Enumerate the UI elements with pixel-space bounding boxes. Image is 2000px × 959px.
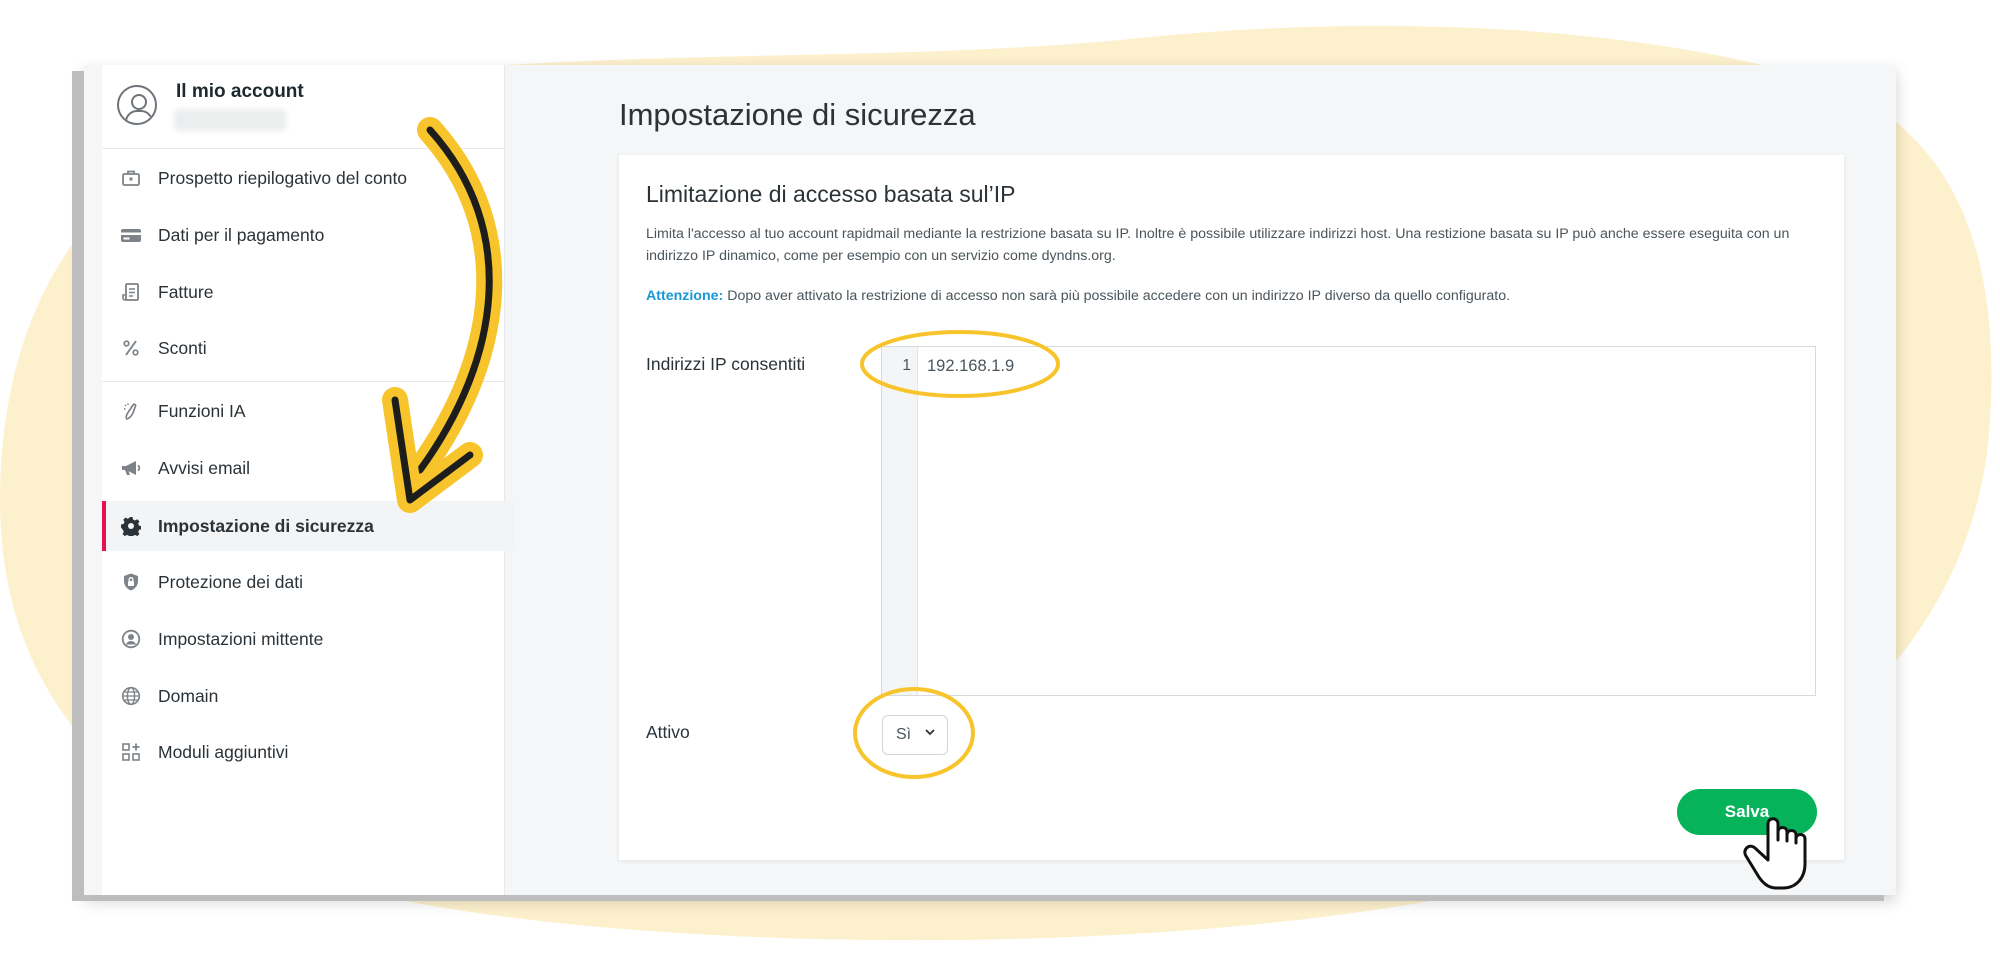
sidebar-item-addon-modules[interactable]: Moduli aggiuntivi [102, 727, 514, 777]
sidebar-item-label: Dati per il pagamento [158, 224, 325, 245]
ai-magic-icon [120, 400, 142, 422]
active-field-label: Attivo [646, 722, 690, 742]
sidebar-item-email-notices[interactable]: Avvisi email [102, 443, 514, 493]
card-title: Limitazione di accesso basata sul’IP [646, 181, 1016, 207]
invoice-icon [120, 281, 142, 303]
sidebar-item-payment[interactable]: Dati per il pagamento [102, 210, 514, 260]
sidebar-item-data-protection[interactable]: Protezione dei dati [102, 557, 514, 607]
ip-restriction-card: Limitazione di accesso basata sul’IP Lim… [619, 155, 1844, 860]
chevron-down-icon [925, 729, 935, 736]
sidebar-item-label: Funzioni IA [158, 400, 246, 421]
sidebar-item-label: Domain [158, 685, 219, 706]
sidebar-item-domain[interactable]: Domain [102, 671, 514, 721]
shield-lock-icon [120, 571, 142, 593]
ip-address-value[interactable]: 192.168.1.9 [927, 357, 1014, 376]
modules-grid-icon [120, 741, 142, 763]
sidebar-item-label: Impostazioni mittente [158, 628, 324, 649]
ip-address-editor[interactable]: 1 192.168.1.9 [881, 346, 1816, 696]
warning-label: Attenzione: [646, 288, 724, 304]
sidebar-item-security[interactable]: Impostazione di sicurezza [102, 501, 514, 551]
avatar-icon[interactable] [117, 85, 157, 125]
sidebar-item-label: Protezione dei dati [158, 571, 303, 592]
percent-icon [120, 337, 142, 359]
warning-text: Attenzione: Dopo aver attivato la restri… [646, 288, 1510, 304]
active-select[interactable]: Sì [882, 715, 948, 755]
sidebar-item-label: Impostazione di sicurezza [158, 515, 374, 536]
sidebar-item-label: Avvisi email [158, 457, 251, 478]
briefcase-icon [120, 167, 142, 189]
sidebar-item-label: Sconti [158, 337, 207, 358]
sidebar-item-label: Moduli aggiuntivi [158, 741, 289, 762]
sidebar-item-sender-settings[interactable]: Impostazioni mittente [102, 614, 514, 664]
ip-field-label: Indirizzi IP consentiti [646, 354, 806, 374]
megaphone-icon [120, 457, 142, 479]
sidebar-item-label: Fatture [158, 281, 214, 302]
gear-icon [120, 515, 142, 537]
page-title: Impostazione di sicurezza [619, 97, 976, 132]
sidebar-item-discounts[interactable]: Sconti [102, 323, 514, 373]
save-button[interactable]: Salva [1677, 789, 1817, 835]
sidebar: Il mio account Prospetto riepilogativo d… [102, 65, 514, 895]
app-window: Il mio account Prospetto riepilogativo d… [84, 65, 1896, 895]
credit-card-icon [120, 224, 142, 246]
user-circle-icon [120, 628, 142, 650]
active-select-value: Sì [896, 726, 912, 743]
warning-message: Dopo aver attivato la restrizione di acc… [723, 288, 1511, 304]
sidebar-item-summary[interactable]: Prospetto riepilogativo del conto [102, 153, 514, 203]
sidebar-item-label: Prospetto riepilogativo del conto [158, 167, 408, 188]
sidebar-item-invoices[interactable]: Fatture [102, 267, 514, 317]
account-header: Il mio account [102, 65, 504, 149]
account-email-redacted [174, 109, 286, 131]
globe-icon [120, 685, 142, 707]
card-description: Limita l'accesso al tuo account rapidmai… [646, 226, 1790, 264]
sidebar-item-ai-functions[interactable]: Funzioni IA [102, 386, 514, 436]
account-title: Il mio account [176, 81, 304, 102]
line-number: 1 [902, 357, 911, 374]
line-number-gutter: 1 [882, 347, 918, 695]
sidebar-divider [102, 381, 504, 382]
